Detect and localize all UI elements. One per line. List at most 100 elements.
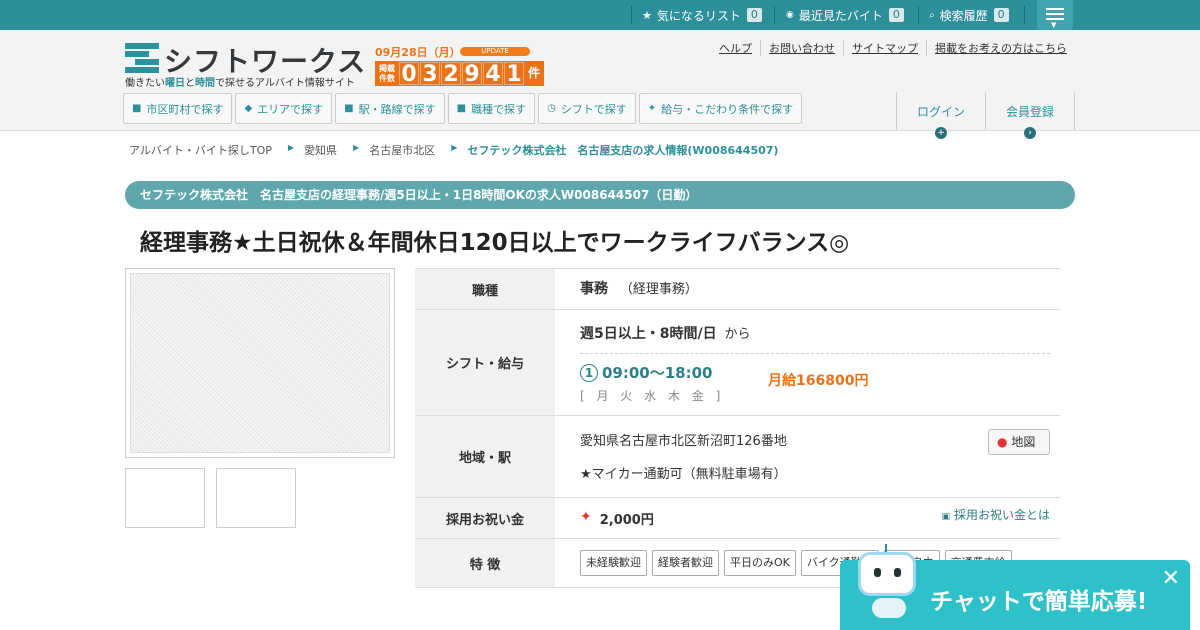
favorites-label: 気になるリスト xyxy=(656,8,741,23)
top-bar: ★ 気になるリスト 0 ◉ 最近見たバイト 0 ⌕ 検索履歴 0 ▼ xyxy=(0,0,1200,30)
history-count: 0 xyxy=(993,8,1009,22)
history-label: 検索履歴 xyxy=(939,8,988,23)
pin-icon: ◆ xyxy=(244,103,253,114)
divider xyxy=(631,6,632,24)
breadcrumb: アルバイト・バイト探しTOP ▶ 愛知県 ▶ 名古屋市北区 ▶ セフテック株式会社 名… xyxy=(129,142,786,158)
chat-label: チャットで簡単応募! xyxy=(930,589,1148,615)
login-button[interactable]: ログイン + xyxy=(896,92,985,139)
sitemap-link[interactable]: サイトマップ xyxy=(843,40,926,56)
table-row: シフト・給与 週5日以上・8時間/日 から 1 09:00～18:00 [ 月 … xyxy=(415,310,1060,416)
favorites-link[interactable]: ★ 気になるリスト 0 xyxy=(642,0,762,30)
square-arrow-icon: ▣ xyxy=(941,512,950,522)
chevron-right-icon: ▶ xyxy=(287,143,295,152)
close-icon[interactable]: ✕ xyxy=(1162,566,1180,591)
counter-digits: 032941 xyxy=(399,62,524,86)
main-photo xyxy=(125,268,395,458)
help-link[interactable]: ヘルプ xyxy=(711,40,760,56)
chevron-right-icon: ▶ xyxy=(451,143,458,152)
hamburger-icon: ▼ xyxy=(1051,21,1057,29)
nav-salary-button[interactable]: ✦ 給与・こだわり条件で探す xyxy=(638,93,803,124)
row-label-features: 特 徴 xyxy=(415,539,555,587)
feature-tag[interactable]: 経験者歓迎 xyxy=(652,550,719,576)
search-nav: ■ 市区町村で探す ◆ エリアで探す ■ 駅・路線で探す ■ 職種で探す ◷ シフトで探す… xyxy=(123,93,803,124)
city-icon: ■ xyxy=(132,103,142,114)
train-icon: ■ xyxy=(344,103,354,114)
nav-city-button[interactable]: ■ 市区町村で探す xyxy=(123,93,233,124)
job-details-table: 職種 事務 （経理事務） シフト・給与 週5日以上・8時間/日 から 1 09:… xyxy=(415,268,1060,588)
page-title: 経理事務★土日祝休＆年間休日120日以上でワークライフバランス◎ xyxy=(140,230,850,256)
row-label-shift: シフト・給与 xyxy=(415,310,555,415)
arrow-right-icon: › xyxy=(1024,127,1036,139)
eye-icon: ◉ xyxy=(786,10,794,20)
map-pin-icon: ● xyxy=(997,435,1008,449)
recent-link[interactable]: ◉ 最近見たバイト 0 xyxy=(786,0,904,30)
history-link[interactable]: ⌕ 検索履歴 0 xyxy=(929,0,1009,30)
recent-label: 最近見たバイト xyxy=(798,8,883,23)
row-label-area: 地域・駅 xyxy=(415,416,555,497)
nav-area-button[interactable]: ◆ エリアで探す xyxy=(235,93,333,124)
counter-digit: 2 xyxy=(441,62,461,86)
feature-tag[interactable]: 平日のみOK xyxy=(724,550,796,576)
shift-summary: 週5日以上・8時間/日 xyxy=(580,326,717,342)
divider xyxy=(918,6,919,24)
robot-icon xyxy=(854,544,920,620)
thumbnail[interactable] xyxy=(125,468,205,528)
counter-label: 掲載件数 xyxy=(379,64,395,83)
header-links: ヘルプ お問い合わせ サイトマップ 掲載をお考えの方はこちら xyxy=(711,40,1075,56)
nav-shift-button[interactable]: ◷ シフトで探す xyxy=(538,93,636,124)
thumbnail[interactable] xyxy=(216,468,296,528)
sparkle-icon: ✦ xyxy=(647,103,657,114)
counter-unit: 件 xyxy=(528,66,541,80)
chat-apply-button[interactable]: チャットで簡単応募! ✕ xyxy=(840,544,1190,630)
nav-station-button[interactable]: ■ 駅・路線で探す xyxy=(335,93,445,124)
counter-digit: 9 xyxy=(462,62,482,86)
plus-icon: + xyxy=(935,127,947,139)
advertise-link[interactable]: 掲載をお考えの方はこちら xyxy=(926,40,1075,56)
salary: 月給166800円 xyxy=(768,373,869,389)
counter-digit: 4 xyxy=(483,62,503,86)
register-button[interactable]: 会員登録 › xyxy=(985,92,1075,139)
table-row: 採用お祝い金 ✦ 2,000円 ▣ 採用お祝い金とは xyxy=(415,498,1060,539)
breadcrumb-ward[interactable]: 名古屋市北区 xyxy=(369,142,435,158)
shift-from: から xyxy=(724,327,751,342)
search-icon: ⌕ xyxy=(929,9,935,21)
clock-icon: ◷ xyxy=(547,103,556,114)
row-label-type: 職種 xyxy=(415,269,555,309)
update-date: 09月28日（月） xyxy=(375,46,461,59)
chevron-right-icon: ▶ xyxy=(353,143,360,152)
breadcrumb-prefecture[interactable]: 愛知県 xyxy=(304,142,337,158)
map-button[interactable]: ● 地図 xyxy=(988,429,1050,455)
shift-number: 1 xyxy=(580,363,598,382)
divider xyxy=(774,6,775,24)
counter-digit: 0 xyxy=(399,62,419,86)
counter-digit: 3 xyxy=(420,62,440,86)
recent-count: 0 xyxy=(888,8,904,22)
table-row: 地域・駅 愛知県名古屋市北区新沼町126番地 ★マイカー通勤可（無料駐車場有） … xyxy=(415,416,1060,498)
job-type: 事務 xyxy=(580,281,608,297)
bonus-info-link[interactable]: ▣ 採用お祝い金とは xyxy=(941,506,1050,523)
divider xyxy=(1024,6,1025,24)
breadcrumb-current: セフテック株式会社 名古屋支店の求人情報(W008644507) xyxy=(467,144,779,157)
bonus-icon: ✦ xyxy=(580,509,592,525)
menu-button[interactable]: ▼ xyxy=(1037,0,1073,30)
update-badge: UPDATE xyxy=(460,47,530,56)
shift-time: 09:00～18:00 xyxy=(602,364,713,382)
bonus-amount: 2,000円 xyxy=(599,513,654,528)
favorites-count: 0 xyxy=(746,8,762,22)
counter-digit: 1 xyxy=(504,62,524,86)
parking-note: ★マイカー通勤可（無料駐車場有） xyxy=(580,467,787,482)
star-icon: ★ xyxy=(642,8,652,22)
site-header: シフトワークス 働きたい曜日と時間で探せるアルバイト情報サイト 09月28日（月… xyxy=(0,30,1200,139)
job-subtype: （経理事務） xyxy=(619,282,698,297)
address: 愛知県名古屋市北区新沼町126番地 xyxy=(580,434,787,449)
feature-tag[interactable]: 未経験歓迎 xyxy=(580,550,647,576)
job-banner: セフテック株式会社 名古屋支店の経理事務/週5日以上・1日8時間OKの求人W00… xyxy=(125,181,1075,209)
shirt-icon: ■ xyxy=(456,103,467,114)
row-label-bonus: 採用お祝い金 xyxy=(415,498,555,538)
contact-link[interactable]: お問い合わせ xyxy=(760,40,843,56)
breadcrumb-top[interactable]: アルバイト・バイト探しTOP xyxy=(129,142,272,158)
nav-job-type-button[interactable]: ■ 職種で探す xyxy=(447,93,536,124)
table-row: 職種 事務 （経理事務） xyxy=(415,269,1060,310)
listing-counter: 掲載件数 032941 件 xyxy=(375,61,545,86)
logo-icon[interactable] xyxy=(125,43,159,76)
